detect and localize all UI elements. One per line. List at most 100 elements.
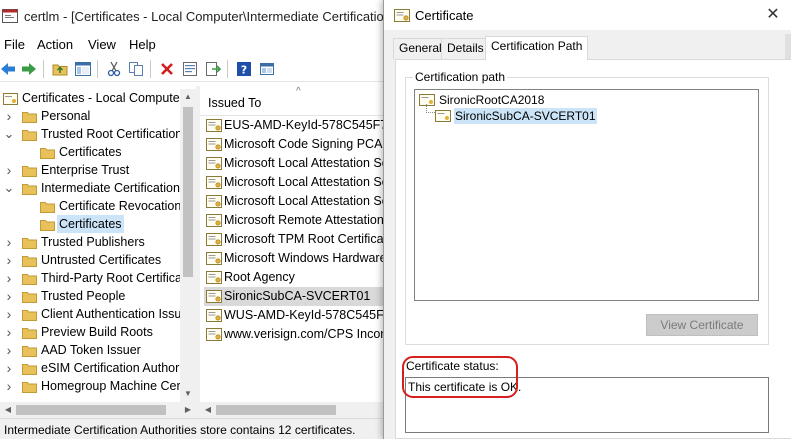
tree-item[interactable]: › Homegroup Machine Cer — [0, 377, 181, 395]
certificate-row[interactable]: Microsoft Windows Hardware — [204, 249, 384, 268]
chevron-right-icon[interactable]: › — [3, 359, 15, 377]
tree-item[interactable]: ⌄ Trusted Root Certification — [0, 125, 182, 143]
folder-icon — [40, 200, 55, 213]
scroll-down-arrow-icon[interactable]: ▼ — [180, 386, 196, 402]
folder-icon — [22, 110, 37, 123]
chevron-right-icon[interactable]: › — [3, 287, 15, 305]
certificate-issued-to: Microsoft Local Attestation Ser — [224, 175, 384, 189]
certificate-status-box[interactable]: This certificate is OK. — [405, 377, 769, 433]
tree-horizontal-scrollbar[interactable]: ◀ ▶ — [0, 402, 196, 418]
certificate-row[interactable]: Microsoft TPM Root Certificate — [204, 230, 384, 249]
mmc-view-button[interactable] — [256, 58, 278, 80]
copy-icon — [129, 62, 143, 76]
certificate-issued-to: Microsoft Windows Hardware — [224, 251, 384, 265]
tree-item[interactable]: › Preview Build Roots — [0, 323, 180, 341]
certificate-row[interactable]: EUS-AMD-KeyId-578C545F796 — [204, 116, 384, 135]
tree-item[interactable]: › Client Authentication Issu — [0, 305, 182, 323]
copy-button[interactable] — [125, 58, 147, 80]
chevron-right-icon[interactable]: › — [3, 161, 15, 179]
back-button[interactable] — [0, 58, 19, 80]
certificate-issued-to: Microsoft Local Attestation Ser — [224, 194, 384, 208]
certificate-icon — [206, 119, 222, 132]
certificate-row[interactable]: SironicSubCA-SVCERT01 — [204, 287, 384, 306]
certificate-row[interactable]: Microsoft Local Attestation Ser — [204, 154, 384, 173]
properties-button[interactable] — [179, 58, 201, 80]
tab-details[interactable]: Details — [441, 38, 490, 59]
console-view-icon — [260, 63, 274, 75]
tree-item[interactable]: › eSIM Certification Authori — [0, 359, 182, 377]
show-hide-tree-button[interactable] — [72, 58, 94, 80]
chevron-down-icon[interactable]: ⌄ — [3, 179, 15, 197]
delete-button[interactable] — [156, 58, 178, 80]
certificate-icon — [206, 309, 222, 322]
tree-item-label: Trusted Publishers — [41, 235, 145, 249]
chevron-right-icon[interactable]: › — [3, 269, 15, 287]
tree-item[interactable]: ⌄ Intermediate Certification — [0, 179, 180, 197]
tree-item[interactable]: Certificates — [0, 215, 180, 233]
folder-icon — [22, 254, 37, 267]
scroll-thumb[interactable] — [216, 405, 336, 415]
certificate-row[interactable]: Microsoft Remote Attestation — [204, 211, 384, 230]
tree-item[interactable]: › Trusted People — [0, 287, 180, 305]
chevron-right-icon[interactable]: › — [3, 377, 15, 395]
chevron-right-icon[interactable]: › — [3, 107, 15, 125]
certificate-icon — [206, 157, 222, 170]
path-node-label: SironicSubCA-SVCERT01 — [454, 108, 597, 124]
chevron-right-icon[interactable]: › — [3, 233, 15, 251]
tree-item[interactable]: › Enterprise Trust — [0, 161, 180, 179]
export-list-button[interactable] — [202, 58, 224, 80]
certificate-row[interactable]: WUS-AMD-KeyId-578C545F796 — [204, 306, 384, 325]
list-horizontal-scrollbar[interactable]: ◀ — [200, 402, 384, 418]
chevron-right-icon[interactable]: › — [3, 305, 15, 323]
cut-button[interactable] — [103, 58, 125, 80]
menu-view[interactable]: View — [88, 37, 116, 52]
help-icon: ? — [237, 62, 251, 77]
scroll-left-arrow-icon[interactable]: ◀ — [0, 402, 16, 418]
certificate-row[interactable]: www.verisign.com/CPS Incorp — [204, 325, 384, 344]
menu-action[interactable]: Action — [37, 37, 73, 52]
tree-item[interactable]: › Trusted Publishers — [0, 233, 180, 251]
tab-general[interactable]: General — [393, 38, 448, 59]
toolbar-separator — [43, 60, 44, 78]
close-button[interactable]: ✕ — [762, 4, 784, 26]
scroll-right-arrow-icon[interactable]: ▶ — [180, 402, 196, 418]
tree-item-label: AAD Token Issuer — [41, 343, 141, 357]
view-certificate-button[interactable]: View Certificate — [646, 314, 758, 336]
tree-item[interactable]: Certificate Revocation — [0, 197, 181, 215]
tree-item[interactable]: Certificates - Local Computer — [0, 89, 184, 107]
certificate-status-label: Certificate status: — [406, 359, 499, 373]
certificate-row[interactable]: Microsoft Code Signing PCA — [204, 135, 384, 154]
tree-item[interactable]: › Third-Party Root Certifica — [0, 269, 182, 287]
forward-button[interactable] — [18, 58, 40, 80]
certificate-issued-to: www.verisign.com/CPS Incorp — [224, 327, 384, 341]
chevron-right-icon[interactable]: › — [3, 251, 15, 269]
folder-icon — [22, 164, 37, 177]
scroll-left-arrow-icon[interactable]: ◀ — [200, 402, 216, 418]
menu-help[interactable]: Help — [129, 37, 156, 52]
certificate-row[interactable]: Microsoft Local Attestation Ser — [204, 173, 384, 192]
tree-item[interactable]: › Personal — [0, 107, 180, 125]
scroll-thumb[interactable] — [183, 107, 193, 277]
certificate-row[interactable]: Root Agency — [204, 268, 384, 287]
folder-up-icon — [52, 64, 68, 76]
tree-item[interactable]: › Untrusted Certificates — [0, 251, 180, 269]
column-header-issued-to[interactable]: Issued To ^ — [200, 86, 384, 116]
console-tree-icon — [75, 62, 91, 76]
certificate-row[interactable]: Microsoft Local Attestation Ser — [204, 192, 384, 211]
certificate-icon — [206, 195, 222, 208]
scroll-up-arrow-icon[interactable]: ▲ — [180, 89, 196, 105]
chevron-down-icon[interactable]: ⌄ — [3, 125, 15, 143]
chevron-right-icon[interactable]: › — [3, 341, 15, 359]
help-button[interactable]: ? — [233, 58, 255, 80]
tree-item[interactable]: › AAD Token Issuer — [0, 341, 180, 359]
tree-vertical-scrollbar[interactable]: ▲ ▼ — [180, 89, 196, 402]
tree-item[interactable]: Certificates — [0, 143, 180, 161]
tab-certification-path[interactable]: Certification Path — [485, 36, 589, 60]
scroll-thumb[interactable] — [16, 405, 166, 415]
menu-file[interactable]: File — [4, 37, 25, 52]
chevron-right-icon[interactable]: › — [3, 323, 15, 341]
up-one-level-button[interactable] — [49, 58, 71, 80]
tree-item-label: Certificates — [57, 215, 124, 233]
forward-arrow-icon — [22, 63, 36, 75]
dialog-title-bar[interactable]: Certificate ✕ — [384, 0, 791, 30]
